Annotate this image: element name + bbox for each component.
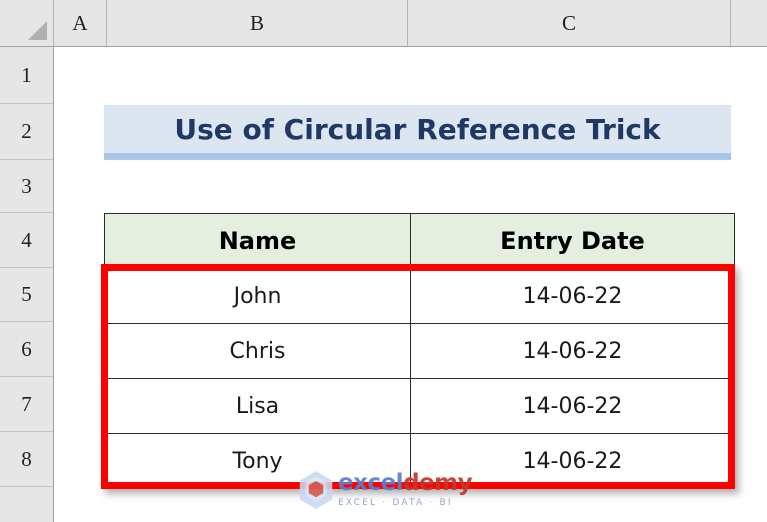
data-table: Name Entry Date John 14-06-22 Chris 14-0… (104, 213, 735, 489)
row-header-9-partial[interactable] (0, 487, 53, 522)
watermark-brand: exceldemy (338, 470, 473, 496)
table-row: John 14-06-22 (104, 268, 735, 324)
exceldemy-logo-icon (299, 471, 333, 509)
row-header-4[interactable]: 4 (0, 213, 53, 268)
cell-name-2[interactable]: Chris (104, 323, 411, 379)
cell-name-1[interactable]: John (104, 268, 411, 324)
cell-name-3[interactable]: Lisa (104, 378, 411, 434)
column-header-d-partial[interactable] (731, 0, 767, 46)
row-header-3[interactable]: 3 (0, 160, 53, 213)
row-header-5[interactable]: 5 (0, 268, 53, 322)
column-header-strip: A B C (0, 0, 767, 47)
select-all-corner-icon (28, 21, 47, 40)
cell-entry-date-2[interactable]: 14-06-22 (410, 323, 735, 379)
row-header-6[interactable]: 6 (0, 322, 53, 377)
row-header-2[interactable]: 2 (0, 104, 53, 160)
watermark-text-group: exceldemy EXCEL · DATA · BI (338, 470, 473, 509)
watermark-brand-second: demy (403, 470, 473, 496)
column-header-b[interactable]: B (107, 0, 408, 46)
row-header-1[interactable]: 1 (0, 47, 53, 104)
column-header-a[interactable]: A (54, 0, 107, 46)
watermark-brand-first: excel (338, 470, 404, 496)
table-header-row: Name Entry Date (104, 213, 735, 269)
excel-sheet: A B C 1 2 3 4 5 6 7 8 Use of Circular Re… (0, 0, 767, 522)
row-header-strip: 1 2 3 4 5 6 7 8 (0, 47, 54, 522)
column-header-name[interactable]: Name (104, 213, 411, 269)
exceldemy-watermark: exceldemy EXCEL · DATA · BI (298, 470, 478, 516)
row-header-7[interactable]: 7 (0, 377, 53, 432)
row-header-8[interactable]: 8 (0, 432, 53, 487)
cell-entry-date-3[interactable]: 14-06-22 (410, 378, 735, 434)
title-banner-cell[interactable]: Use of Circular Reference Trick (104, 105, 731, 160)
table-row: Chris 14-06-22 (104, 323, 735, 379)
select-all-button[interactable] (0, 0, 54, 46)
table-row: Lisa 14-06-22 (104, 378, 735, 434)
cell-entry-date-1[interactable]: 14-06-22 (410, 268, 735, 324)
column-header-c[interactable]: C (408, 0, 731, 46)
column-header-entry-date[interactable]: Entry Date (410, 213, 735, 269)
page-title: Use of Circular Reference Trick (174, 112, 661, 146)
watermark-tagline: EXCEL · DATA · BI (338, 498, 453, 508)
